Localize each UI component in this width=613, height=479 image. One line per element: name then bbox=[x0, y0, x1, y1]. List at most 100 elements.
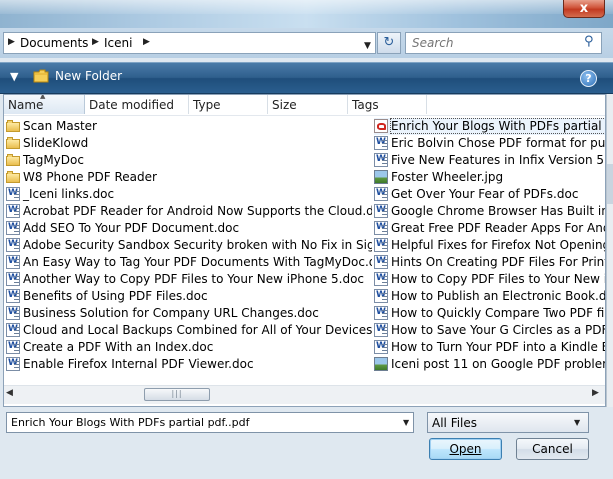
collapse-chevron-icon[interactable]: ▼ bbox=[10, 70, 18, 83]
file-item-label: Foster Wheeler.jpg bbox=[391, 170, 504, 184]
folder-item[interactable]: W8 Phone PDF Reader bbox=[6, 169, 372, 186]
scroll-right-arrow-icon[interactable]: ▶ bbox=[592, 388, 599, 398]
folder-item[interactable]: TagMyDoc bbox=[6, 152, 372, 169]
column-separator[interactable] bbox=[347, 95, 348, 114]
horizontal-scrollbar-thumb[interactable]: ||| bbox=[144, 388, 210, 401]
search-box[interactable]: ⚲ bbox=[405, 32, 602, 54]
file-item[interactable]: How to Turn Your PDF into a Kindle Book bbox=[374, 339, 605, 356]
vertical-scrollbar[interactable] bbox=[606, 94, 613, 407]
file-item[interactable]: Cloud and Local Backups Combined for All… bbox=[6, 322, 372, 339]
file-item-label: Helpful Fixes for Firefox Not Opening PD… bbox=[391, 238, 606, 252]
cancel-button[interactable]: Cancel bbox=[516, 438, 589, 460]
file-item-label: Iceni post 11 on Google PDF problems.jpg bbox=[391, 357, 605, 371]
file-item[interactable]: Enrich Your Blogs With PDFs partial pdf.… bbox=[374, 118, 605, 135]
file-item-label: Hints On Creating PDF Files For Printing… bbox=[391, 255, 605, 269]
open-button[interactable]: Open bbox=[429, 438, 502, 460]
refresh-button[interactable]: ↻ bbox=[377, 32, 401, 54]
file-item[interactable]: Adobe Security Sandbox Security broken w… bbox=[6, 237, 372, 254]
column-header-size[interactable]: Size bbox=[272, 98, 297, 112]
search-input[interactable] bbox=[412, 35, 578, 51]
file-item[interactable]: Foster Wheeler.jpg bbox=[374, 169, 605, 186]
file-item[interactable]: _Iceni links.doc bbox=[6, 186, 372, 203]
file-item[interactable]: How to Copy PDF Files to Your New iPhone bbox=[374, 271, 605, 288]
file-item[interactable]: Business Solution for Company URL Change… bbox=[6, 305, 372, 322]
column-header-date-modified[interactable]: Date modified bbox=[89, 98, 174, 112]
word-doc-icon bbox=[374, 153, 388, 167]
file-item[interactable]: Add SEO To Your PDF Document.doc bbox=[6, 220, 372, 237]
close-button[interactable]: x bbox=[563, 0, 605, 18]
column-header-type[interactable]: Type bbox=[193, 98, 221, 112]
new-folder-button[interactable]: New Folder bbox=[55, 69, 122, 83]
column-separator[interactable] bbox=[426, 95, 427, 114]
file-item-label: Get Over Your Fear of PDFs.doc bbox=[391, 187, 579, 201]
help-icon[interactable]: ? bbox=[580, 70, 597, 87]
file-item[interactable]: Hints On Creating PDF Files For Printing… bbox=[374, 254, 605, 271]
file-item-label: Business Solution for Company URL Change… bbox=[23, 306, 319, 320]
address-dropdown-icon[interactable]: ▼ bbox=[364, 41, 371, 51]
file-item[interactable]: How to Quickly Compare Two PDF files.doc bbox=[374, 305, 605, 322]
file-item-label: Great Free PDF Reader Apps For Android bbox=[391, 221, 605, 235]
dialog-bottom-edge bbox=[0, 466, 613, 479]
file-item[interactable]: Another Way to Copy PDF Files to Your Ne… bbox=[6, 271, 372, 288]
breadcrumb-iceni[interactable]: Iceni bbox=[104, 36, 132, 50]
file-item[interactable]: Enable Firefox Internal PDF Viewer.doc bbox=[6, 356, 372, 373]
title-bar bbox=[0, 0, 613, 28]
file-item[interactable]: Iceni post 11 on Google PDF problems.jpg bbox=[374, 356, 605, 373]
word-doc-icon bbox=[6, 289, 20, 303]
file-item-label: Create a PDF With an Index.doc bbox=[23, 340, 214, 354]
file-item[interactable]: Great Free PDF Reader Apps For Android bbox=[374, 220, 605, 237]
search-icon[interactable]: ⚲ bbox=[584, 34, 594, 49]
breadcrumb-chevron-icon[interactable]: ▶ bbox=[143, 37, 150, 47]
word-doc-icon bbox=[374, 306, 388, 320]
file-item[interactable]: Acrobat PDF Reader for Android Now Suppo… bbox=[6, 203, 372, 220]
file-item[interactable]: Get Over Your Fear of PDFs.doc bbox=[374, 186, 605, 203]
file-item[interactable]: Five New Features in Infix Version 5.doc bbox=[374, 152, 605, 169]
word-doc-icon bbox=[374, 289, 388, 303]
breadcrumb-chevron-icon[interactable]: ▶ bbox=[92, 37, 99, 47]
file-item[interactable]: How to Save Your G Circles as a PDF.doc bbox=[374, 322, 605, 339]
file-item[interactable]: Eric Bolvin Chose PDF format for publish… bbox=[374, 135, 605, 152]
horizontal-scrollbar[interactable]: ◀ ||| ▶ bbox=[4, 385, 605, 404]
word-doc-icon bbox=[374, 221, 388, 235]
file-item-label: Acrobat PDF Reader for Android Now Suppo… bbox=[23, 204, 372, 218]
file-type-value: All Files bbox=[432, 416, 478, 430]
file-item-label: Add SEO To Your PDF Document.doc bbox=[23, 221, 240, 235]
refresh-icon: ↻ bbox=[383, 35, 395, 50]
file-type-dropdown-icon[interactable]: ▼ bbox=[574, 418, 580, 427]
file-item[interactable]: Google Chrome Browser Has Built in Save bbox=[374, 203, 605, 220]
filename-dropdown-icon[interactable]: ▼ bbox=[403, 418, 409, 427]
file-type-select[interactable]: All Files ▼ bbox=[427, 412, 589, 433]
file-item[interactable]: How to Publish an Electronic Book.doc bbox=[374, 288, 606, 305]
file-item-label: Cloud and Local Backups Combined for All… bbox=[23, 323, 372, 337]
file-item-label: How to Publish an Electronic Book.doc bbox=[391, 289, 606, 303]
column-header-tags[interactable]: Tags bbox=[352, 98, 379, 112]
column-header-name-label[interactable]: Name bbox=[8, 98, 43, 112]
folder-item[interactable]: SlideKlowd bbox=[6, 135, 372, 152]
folder-icon bbox=[6, 153, 20, 167]
new-folder-icon[interactable] bbox=[33, 69, 49, 83]
file-item-label: SlideKlowd bbox=[23, 136, 89, 150]
file-item[interactable]: Benefits of Using PDF Files.doc bbox=[6, 288, 372, 305]
breadcrumb-documents[interactable]: Documents bbox=[20, 36, 88, 50]
file-item-label: How to Copy PDF Files to Your New iPhone bbox=[391, 272, 605, 286]
word-doc-icon bbox=[6, 238, 20, 252]
filename-combobox[interactable]: Enrich Your Blogs With PDFs partial pdf.… bbox=[6, 412, 414, 433]
file-item-label: _Iceni links.doc bbox=[23, 187, 115, 201]
vertical-scrollbar-edge[interactable] bbox=[607, 164, 613, 204]
column-separator[interactable] bbox=[267, 95, 268, 114]
file-item[interactable]: Create a PDF With an Index.doc bbox=[6, 339, 372, 356]
file-item-label: An Easy Way to Tag Your PDF Documents Wi… bbox=[23, 255, 372, 269]
folder-item[interactable]: Scan Master bbox=[6, 118, 372, 135]
scroll-left-arrow-icon[interactable]: ◀ bbox=[6, 388, 13, 398]
filename-input[interactable]: Enrich Your Blogs With PDFs partial pdf.… bbox=[11, 416, 249, 429]
address-bar[interactable]: ▶ Documents ▶ Iceni ▶ ▼ bbox=[3, 32, 376, 54]
file-list[interactable]: ▲ Name Date modified Type Size Tags Scan… bbox=[3, 94, 606, 407]
folder-icon bbox=[6, 136, 20, 150]
word-doc-icon bbox=[6, 221, 20, 235]
file-item[interactable]: An Easy Way to Tag Your PDF Documents Wi… bbox=[6, 254, 372, 271]
column-separator[interactable] bbox=[188, 95, 189, 114]
breadcrumb-root-chevron-icon[interactable]: ▶ bbox=[8, 37, 15, 47]
file-item-label: Google Chrome Browser Has Built in Save bbox=[391, 204, 605, 218]
file-item[interactable]: Helpful Fixes for Firefox Not Opening PD… bbox=[374, 237, 606, 254]
pdf-icon bbox=[374, 119, 388, 133]
